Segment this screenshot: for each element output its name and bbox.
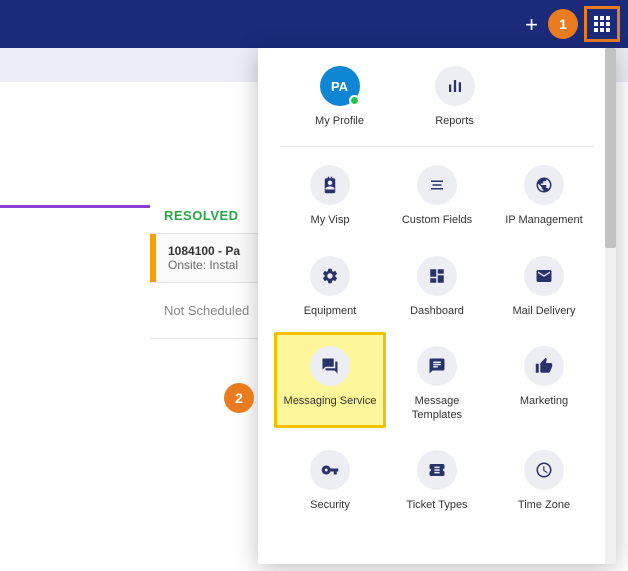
menu-item-ip-management[interactable]: IP Management bbox=[494, 165, 594, 227]
mail-icon bbox=[524, 256, 564, 296]
menu-label: Marketing bbox=[520, 394, 568, 408]
menu-item-messaging-service[interactable]: Messaging Service bbox=[280, 346, 380, 423]
menu-item-my-profile[interactable]: PA My Profile bbox=[282, 66, 397, 128]
menu-label: Equipment bbox=[304, 304, 357, 318]
menu-item-marketing[interactable]: Marketing bbox=[494, 346, 594, 423]
badge-icon bbox=[310, 165, 350, 205]
menu-label: My Profile bbox=[315, 114, 364, 128]
menu-item-equipment[interactable]: Equipment bbox=[280, 256, 380, 318]
menu-label: My Visp bbox=[311, 213, 350, 227]
menu-label: Custom Fields bbox=[402, 213, 472, 227]
scrollbar-thumb[interactable] bbox=[605, 48, 616, 248]
divider bbox=[280, 146, 594, 147]
apps-button[interactable] bbox=[584, 6, 620, 42]
menu-item-message-templates[interactable]: MessageTemplates bbox=[387, 346, 487, 423]
menu-label: Dashboard bbox=[410, 304, 464, 318]
menu-label: IP Management bbox=[505, 213, 582, 227]
add-button[interactable]: + bbox=[525, 12, 538, 38]
avatar-initials: PA bbox=[331, 79, 348, 94]
gear-icon bbox=[310, 256, 350, 296]
bar-chart-icon bbox=[435, 66, 475, 106]
key-icon bbox=[310, 450, 350, 490]
apps-menu: PA My Profile Reports My Visp bbox=[258, 48, 616, 564]
tab-indicator bbox=[0, 205, 150, 208]
scrollbar[interactable] bbox=[605, 48, 616, 564]
ticket-subtitle: Onsite: Instal bbox=[168, 258, 240, 272]
avatar: PA bbox=[320, 66, 360, 106]
menu-item-mail-delivery[interactable]: Mail Delivery bbox=[494, 256, 594, 318]
clock-icon bbox=[524, 450, 564, 490]
menu-label: Time Zone bbox=[518, 498, 570, 512]
menu-label: Mail Delivery bbox=[513, 304, 576, 318]
callout-badge-2: 2 bbox=[224, 383, 254, 413]
menu-label: Messaging Service bbox=[284, 394, 377, 408]
list-icon bbox=[417, 165, 457, 205]
menu-item-custom-fields[interactable]: Custom Fields bbox=[387, 165, 487, 227]
ticket-title: 1084100 - Pa bbox=[168, 244, 240, 258]
dashboard-icon bbox=[417, 256, 457, 296]
menu-item-ticket-types[interactable]: Ticket Types bbox=[387, 450, 487, 512]
menu-label: Reports bbox=[435, 114, 474, 128]
menu-label: MessageTemplates bbox=[412, 394, 462, 423]
menu-item-dashboard[interactable]: Dashboard bbox=[387, 256, 487, 318]
menu-item-security[interactable]: Security bbox=[280, 450, 380, 512]
menu-item-time-zone[interactable]: Time Zone bbox=[494, 450, 594, 512]
ticket-body: 1084100 - Pa Onsite: Instal bbox=[156, 234, 252, 282]
callout-badge-1: 1 bbox=[548, 9, 578, 39]
apps-grid-icon bbox=[594, 16, 610, 32]
menu-item-reports[interactable]: Reports bbox=[397, 66, 512, 128]
menu-item-my-visp[interactable]: My Visp bbox=[280, 165, 380, 227]
forum-icon bbox=[310, 346, 350, 386]
ticket-icon bbox=[417, 450, 457, 490]
thumb-up-icon bbox=[524, 346, 564, 386]
message-icon bbox=[417, 346, 457, 386]
menu-label: Ticket Types bbox=[406, 498, 467, 512]
globe-icon bbox=[524, 165, 564, 205]
topbar: + bbox=[0, 0, 628, 48]
status-online-icon bbox=[349, 95, 360, 106]
menu-label: Security bbox=[310, 498, 350, 512]
